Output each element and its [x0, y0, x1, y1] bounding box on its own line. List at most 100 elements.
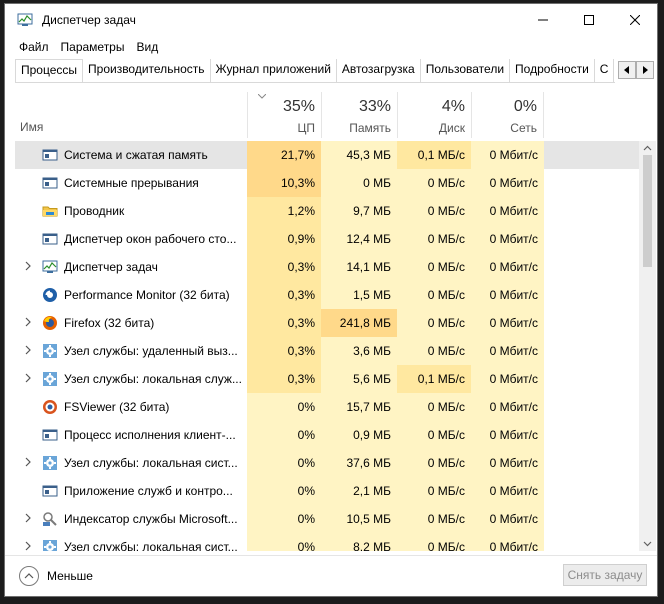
process-name: Performance Monitor (32 бита): [64, 288, 230, 302]
disk-cell: 0 МБ/с: [397, 169, 471, 197]
table-row[interactable]: FSViewer (32 бита) 0% 15,7 МБ 0 МБ/с 0 Мбит/…: [15, 393, 639, 421]
table-row[interactable]: Проводник 1,2% 9,7 МБ 0 МБ/с 0 Мбит/с: [15, 197, 639, 225]
network-cell: 0 Мбит/с: [471, 309, 544, 337]
network-cell: 0 Мбит/с: [471, 365, 544, 393]
tab-services[interactable]: С: [595, 59, 615, 82]
firefox-icon: [43, 316, 57, 330]
cpu-cell: 10,3%: [247, 169, 321, 197]
scroll-up-icon[interactable]: [642, 143, 653, 154]
table-row[interactable]: Диспетчер задач 0,3% 14,1 МБ 0 МБ/с 0 Мбит/с: [15, 253, 639, 281]
disk-cell: 0 МБ/с: [397, 197, 471, 225]
expand-chevron-icon[interactable]: [23, 513, 33, 523]
maximize-button[interactable]: [566, 4, 612, 36]
network-cell: 0 Мбит/с: [471, 253, 544, 281]
column-header-name[interactable]: Имя: [20, 120, 43, 134]
table-header: Имя 35% ЦП 33% Память 4% Диск 0% Сеть: [15, 92, 639, 138]
menu-view[interactable]: Вид: [130, 38, 164, 58]
end-task-button[interactable]: Снять задачу: [563, 564, 647, 586]
table-row[interactable]: Система и сжатая память 21,7% 45,3 МБ 0,1 М…: [15, 141, 639, 169]
memory-cell: 10,5 МБ: [321, 505, 397, 533]
menu-file[interactable]: Файл: [13, 38, 55, 58]
tab-scroll-right-button[interactable]: [636, 61, 654, 79]
table-row[interactable]: Узел службы: удаленный выз... 0,3% 3,6 МБ 0…: [15, 337, 639, 365]
chevron-right-icon: [643, 66, 648, 74]
memory-cell: 15,7 МБ: [321, 393, 397, 421]
column-header-network[interactable]: 0% Сеть: [471, 92, 544, 138]
memory-total: 33%: [358, 98, 391, 115]
table-row[interactable]: Узел службы: локальная сист... 0% 37,6 МБ 0…: [15, 449, 639, 477]
memory-cell: 37,6 МБ: [321, 449, 397, 477]
table-row[interactable]: Индексатор службы Microsoft... 0% 10,5 МБ 0…: [15, 505, 639, 533]
title-bar[interactable]: Диспетчер задач: [5, 4, 657, 36]
column-header-memory[interactable]: 33% Память: [321, 92, 397, 138]
memory-cell: 14,1 МБ: [321, 253, 397, 281]
process-name: Приложение служб и контро...: [64, 484, 233, 498]
system-window-icon: [42, 429, 58, 441]
task-manager-app-icon: [17, 13, 33, 26]
network-cell: 0 Мбит/с: [471, 449, 544, 477]
network-cell: 0 Мбит/с: [471, 169, 544, 197]
menu-options[interactable]: Параметры: [55, 38, 131, 58]
table-row[interactable]: Firefox (32 бита) 0,3% 241,8 МБ 0 МБ/с 0 Мби…: [15, 309, 639, 337]
close-button[interactable]: [612, 4, 658, 36]
scroll-down-icon[interactable]: [642, 538, 653, 549]
network-cell: 0 Мбит/с: [471, 281, 544, 309]
table-row[interactable]: Узел службы: локальная служ... 0,3% 5,6 МБ…: [15, 365, 639, 393]
table-row[interactable]: Системные прерывания 10,3% 0 МБ 0 МБ/с 0 Мби…: [15, 169, 639, 197]
fsviewer-icon: [43, 400, 57, 414]
disk-cell: 0 МБ/с: [397, 505, 471, 533]
column-header-disk[interactable]: 4% Диск: [397, 92, 471, 138]
table-row[interactable]: Приложение служб и контро... 0% 2,1 МБ 0 МБ…: [15, 477, 639, 505]
expand-chevron-icon[interactable]: [23, 541, 33, 551]
network-cell: 0 Мбит/с: [471, 533, 544, 551]
tab-app-history[interactable]: Журнал приложений: [211, 59, 337, 82]
explorer-folder-icon: [42, 206, 58, 217]
system-window-icon: [42, 149, 58, 161]
disk-cell: 0,1 МБ/с: [397, 365, 471, 393]
expand-chevron-icon[interactable]: [23, 373, 33, 383]
tab-processes[interactable]: Процессы: [15, 59, 84, 82]
process-name: Узел службы: локальная сист...: [64, 540, 238, 551]
close-icon: [630, 15, 640, 25]
scrollbar-thumb[interactable]: [643, 155, 652, 267]
disk-label: Диск: [438, 121, 465, 135]
fewer-details-label: Меньше: [47, 569, 93, 583]
task-manager-window: Диспетчер задач Файл Параметры Вид Проце…: [4, 3, 658, 597]
process-name: Firefox (32 бита): [64, 316, 155, 330]
table-row[interactable]: Performance Monitor (32 бита) 0,3% 1,5 МБ 0…: [15, 281, 639, 309]
memory-cell: 2,1 МБ: [321, 477, 397, 505]
chevron-up-icon: [19, 566, 39, 586]
expand-chevron-icon[interactable]: [23, 457, 33, 467]
service-gear-icon: [43, 456, 57, 470]
disk-cell: 0 МБ/с: [397, 393, 471, 421]
fewer-details-button[interactable]: Меньше: [19, 565, 93, 587]
process-name: Система и сжатая память: [64, 148, 208, 162]
expand-chevron-icon[interactable]: [23, 317, 33, 327]
tab-startup[interactable]: Автозагрузка: [337, 59, 421, 82]
service-gear-icon: [43, 540, 57, 551]
expand-chevron-icon[interactable]: [23, 261, 33, 271]
cpu-cell: 0,9%: [247, 225, 321, 253]
table-row[interactable]: Диспетчер окон рабочего сто... 0,9% 12,4 М…: [15, 225, 639, 253]
column-header-cpu[interactable]: 35% ЦП: [247, 92, 321, 138]
network-cell: 0 Мбит/с: [471, 141, 544, 169]
table-row[interactable]: Процесс исполнения клиент-... 0% 0,9 МБ 0 М…: [15, 421, 639, 449]
table-row[interactable]: Узел службы: локальная сист... 0% 8,2 МБ 0 …: [15, 533, 639, 551]
cpu-cell: 0,3%: [247, 365, 321, 393]
footer-bar: Меньше Снять задачу: [5, 555, 657, 597]
tab-users[interactable]: Пользователи: [421, 59, 511, 82]
cpu-label: ЦП: [297, 121, 315, 135]
tab-performance[interactable]: Производительность: [83, 59, 211, 82]
vertical-scrollbar[interactable]: [639, 141, 656, 551]
minimize-button[interactable]: [520, 4, 566, 36]
memory-cell: 9,7 МБ: [321, 197, 397, 225]
process-name: Узел службы: локальная служ...: [64, 372, 242, 386]
menu-bar: Файл Параметры Вид: [13, 38, 164, 58]
expand-chevron-icon[interactable]: [23, 345, 33, 355]
process-name: FSViewer (32 бита): [64, 400, 170, 414]
network-cell: 0 Мбит/с: [471, 225, 544, 253]
tab-details[interactable]: Подробности: [510, 59, 595, 82]
memory-label: Память: [349, 121, 391, 135]
tab-scroll-left-button[interactable]: [618, 61, 636, 79]
network-cell: 0 Мбит/с: [471, 477, 544, 505]
